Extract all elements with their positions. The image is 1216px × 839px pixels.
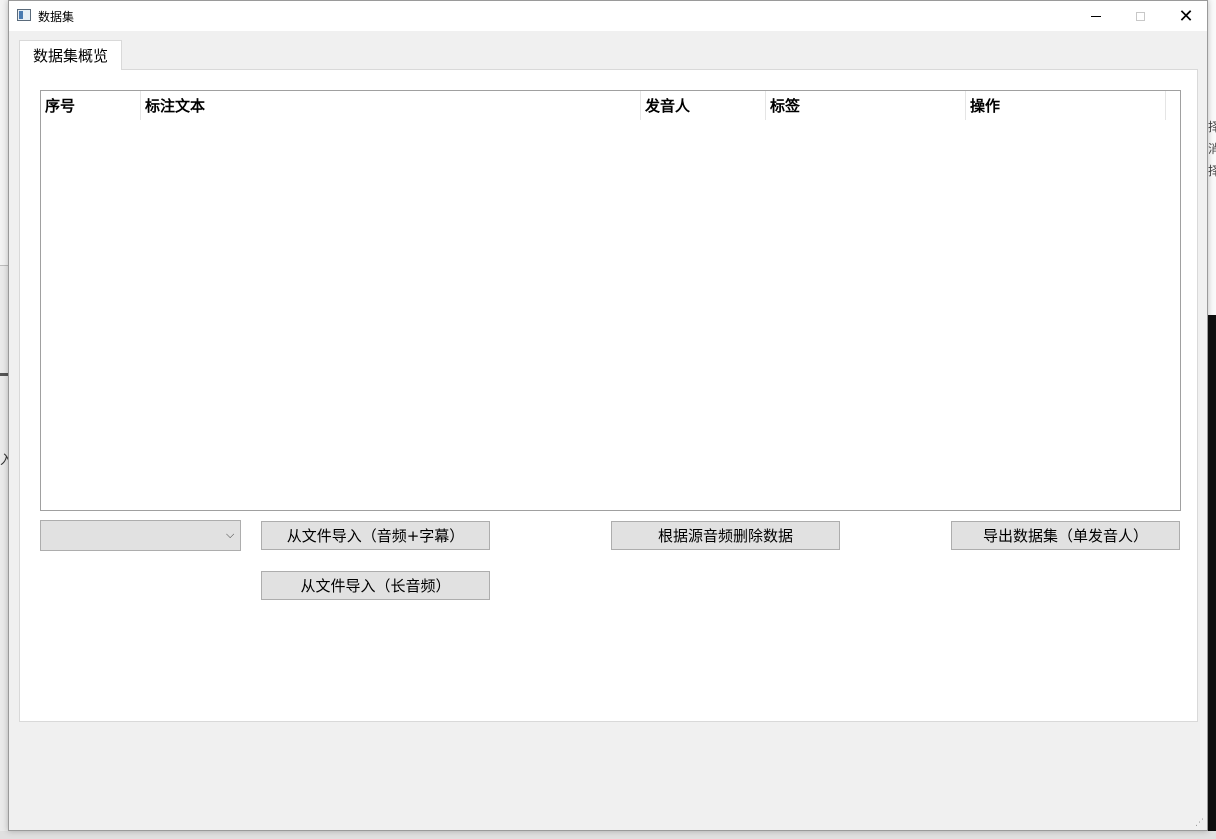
- background-text-fragments: 择 消 择: [1208, 116, 1216, 182]
- background-text-fragment: 择: [1208, 120, 1216, 134]
- import-long-audio-button[interactable]: 从文件导入（长音频）: [261, 571, 490, 600]
- dataset-window: 数据集 ✕ 数据集概览 序号 标注文本 发音人 标签 操作 ⌵ 从文件导入（音频…: [8, 0, 1208, 831]
- column-header-annotation-text[interactable]: 标注文本: [141, 91, 641, 120]
- close-button[interactable]: ✕: [1163, 1, 1209, 31]
- resize-grip-icon[interactable]: ⋰: [1195, 818, 1205, 828]
- import-audio-subtitle-button[interactable]: 从文件导入（音频+字幕）: [261, 521, 490, 550]
- dataset-table[interactable]: 序号 标注文本 发音人 标签 操作: [40, 90, 1181, 511]
- minimize-button[interactable]: [1073, 1, 1119, 31]
- chevron-down-icon: ⌵: [226, 528, 235, 541]
- tab-dataset-overview[interactable]: 数据集概览: [19, 40, 122, 70]
- column-header-actions[interactable]: 操作: [966, 91, 1166, 120]
- title-bar[interactable]: 数据集 ✕: [9, 1, 1207, 31]
- export-single-speaker-button[interactable]: 导出数据集（单发音人）: [951, 521, 1180, 550]
- delete-by-source-audio-button[interactable]: 根据源音频删除数据: [611, 521, 840, 550]
- speaker-select[interactable]: ⌵: [40, 520, 241, 551]
- background-divider: [0, 373, 8, 376]
- minimize-icon: [1091, 15, 1101, 17]
- column-header-tags[interactable]: 标签: [766, 91, 966, 120]
- background-taskbar-edge: [0, 831, 1216, 839]
- table-header: 序号 标注文本 发音人 标签 操作: [41, 91, 1166, 120]
- background-text-fragment: 消: [1208, 142, 1216, 156]
- column-header-speaker[interactable]: 发音人: [641, 91, 766, 120]
- window-title: 数据集: [38, 10, 75, 24]
- close-icon: ✕: [1178, 5, 1194, 27]
- app-icon: [17, 9, 31, 21]
- background-text-fragment: 择: [1208, 164, 1216, 178]
- background-dark-panel: [1208, 315, 1216, 839]
- background-window-left: [0, 265, 8, 836]
- tab-panel-dataset-overview: 序号 标注文本 发音人 标签 操作 ⌵ 从文件导入（音频+字幕） 从文件导入（长…: [19, 69, 1198, 722]
- maximize-icon: [1135, 11, 1145, 21]
- column-header-index[interactable]: 序号: [41, 91, 141, 120]
- maximize-button[interactable]: [1117, 1, 1163, 31]
